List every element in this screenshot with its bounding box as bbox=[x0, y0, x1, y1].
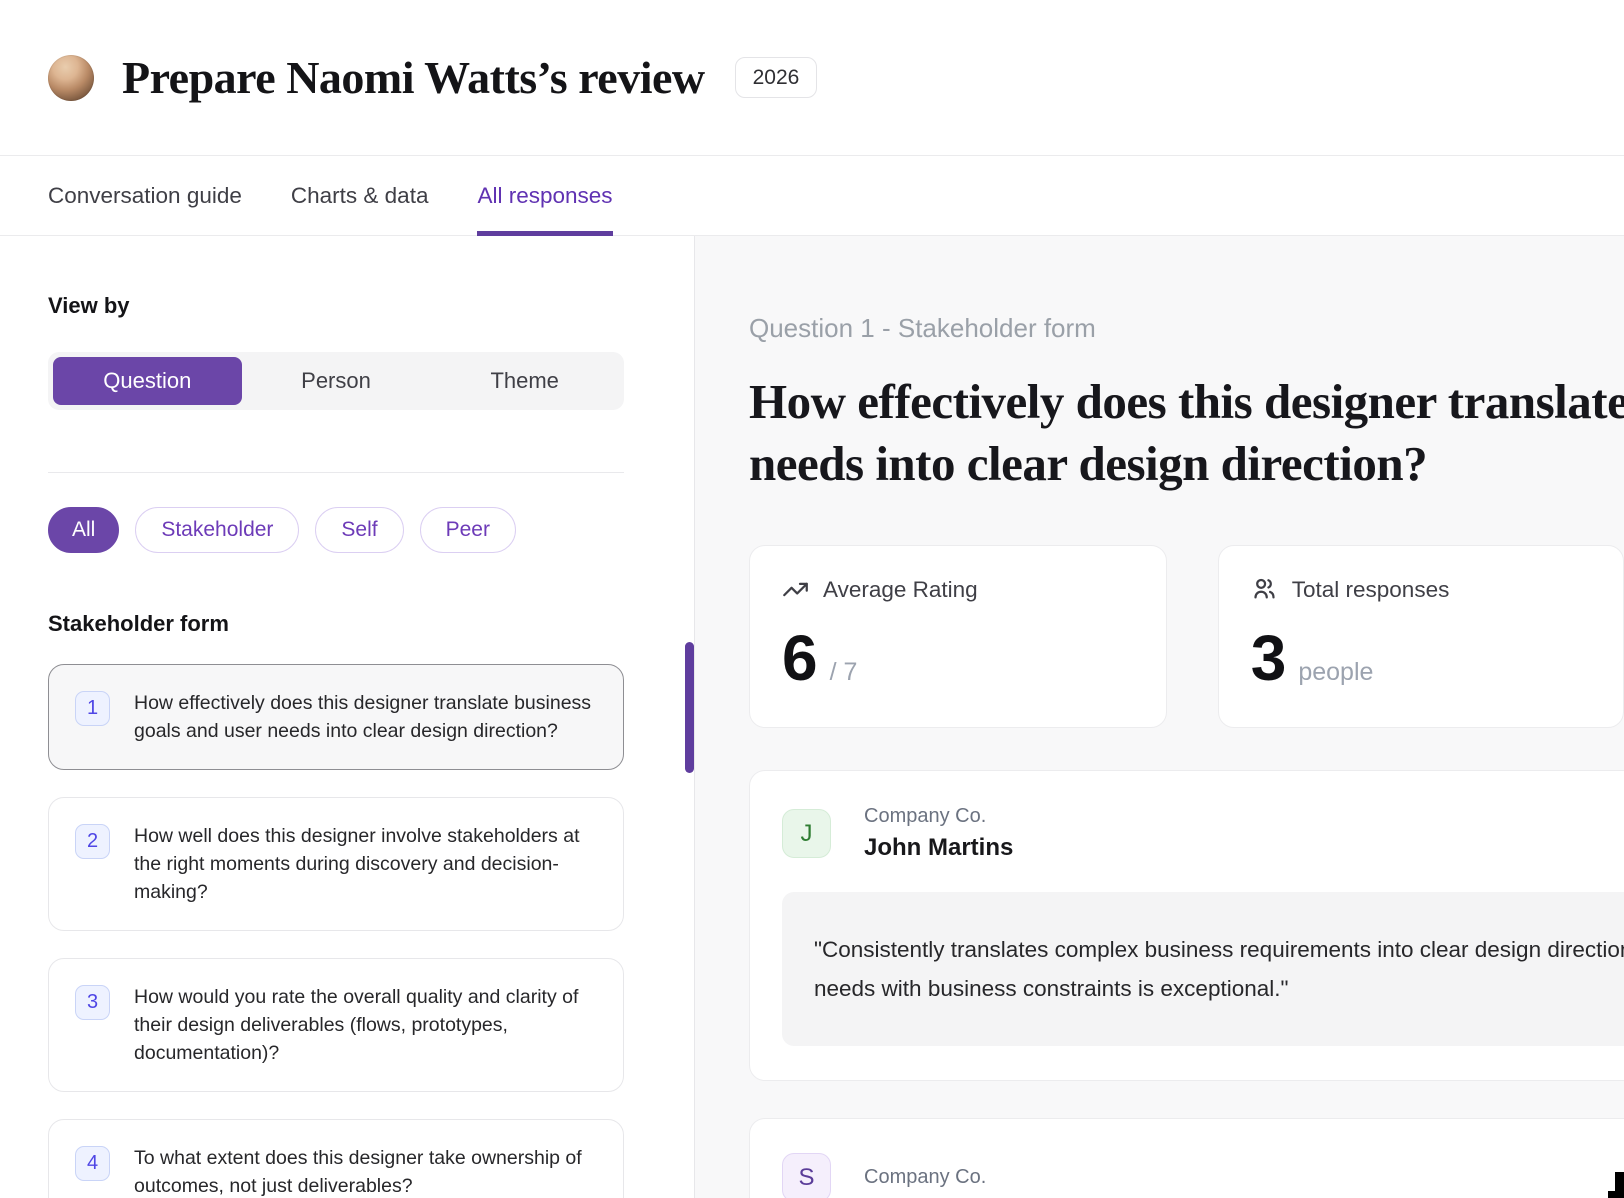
question-number-badge: 2 bbox=[75, 824, 110, 859]
responder-initial-avatar: S bbox=[782, 1153, 831, 1198]
responder-initial-avatar: J bbox=[782, 809, 831, 858]
avatar bbox=[48, 55, 94, 101]
tab-label: All responses bbox=[477, 183, 612, 209]
question-text: How well does this designer involve stak… bbox=[134, 822, 597, 906]
sidebar-divider bbox=[48, 472, 624, 473]
filter-pills: All Stakeholder Self Peer bbox=[48, 507, 624, 553]
view-by-label: View by bbox=[48, 293, 624, 319]
question-title: How effectively does this designer trans… bbox=[749, 371, 1624, 495]
total-responses-card: Total responses 3 people bbox=[1218, 545, 1624, 728]
average-rating-value: 6 bbox=[782, 625, 818, 692]
question-number-badge: 1 bbox=[75, 691, 110, 726]
quote-line: needs with business constraints is excep… bbox=[814, 969, 1624, 1008]
responder-name: John Martins bbox=[864, 834, 1013, 862]
question-list: 1 How effectively does this designer tra… bbox=[48, 664, 624, 1198]
users-icon bbox=[1251, 576, 1278, 603]
pointer-cursor-artifact bbox=[1608, 1172, 1624, 1198]
question-eyebrow: Question 1 - Stakeholder form bbox=[749, 313, 1624, 344]
page-title: Prepare Naomi Watts’s review bbox=[122, 51, 705, 104]
tab-charts-data[interactable]: Charts & data bbox=[291, 156, 429, 235]
average-rating-scale: / 7 bbox=[830, 658, 858, 687]
question-title-line: needs into clear design direction? bbox=[749, 433, 1624, 495]
question-number-badge: 3 bbox=[75, 985, 110, 1020]
main-panel: Question 1 - Stakeholder form How effect… bbox=[694, 236, 1624, 1198]
question-item-4[interactable]: 4 To what extent does this designer take… bbox=[48, 1119, 624, 1198]
filter-pill-self[interactable]: Self bbox=[315, 507, 403, 553]
stats-row: Average Rating 6 / 7 Total responses bbox=[749, 545, 1624, 728]
view-mode-segmented-control: Question Person Theme bbox=[48, 352, 624, 410]
quote-line: "Consistently translates complex busines… bbox=[814, 930, 1624, 969]
section-label: Stakeholder form bbox=[48, 611, 624, 637]
question-text: How would you rate the overall quality a… bbox=[134, 983, 597, 1067]
header: Prepare Naomi Watts’s review 2026 bbox=[0, 0, 1624, 155]
tab-bar: Conversation guide Charts & data All res… bbox=[0, 155, 1624, 236]
response-card-2: S Company Co. bbox=[749, 1118, 1624, 1198]
selected-question-indicator bbox=[685, 642, 694, 773]
filter-pill-all[interactable]: All bbox=[48, 507, 119, 553]
segment-theme[interactable]: Theme bbox=[430, 357, 619, 405]
responder-company: Company Co. bbox=[864, 805, 1013, 828]
filter-pill-stakeholder[interactable]: Stakeholder bbox=[135, 507, 299, 553]
question-text: To what extent does this designer take o… bbox=[134, 1144, 597, 1198]
question-item-2[interactable]: 2 How well does this designer involve st… bbox=[48, 797, 624, 931]
question-title-line: How effectively does this designer trans… bbox=[749, 371, 1624, 433]
average-rating-card: Average Rating 6 / 7 bbox=[749, 545, 1167, 728]
responder-company: Company Co. bbox=[864, 1166, 986, 1189]
filter-pill-peer[interactable]: Peer bbox=[420, 507, 516, 553]
segment-question[interactable]: Question bbox=[53, 357, 242, 405]
question-item-3[interactable]: 3 How would you rate the overall quality… bbox=[48, 958, 624, 1092]
question-number-badge: 4 bbox=[75, 1146, 110, 1181]
response-quote: "Consistently translates complex busines… bbox=[782, 892, 1624, 1046]
tab-all-responses[interactable]: All responses bbox=[477, 156, 612, 235]
response-card-john-martins: J Company Co. John Martins "Consistently… bbox=[749, 770, 1624, 1081]
segment-person[interactable]: Person bbox=[242, 357, 431, 405]
stat-label: Average Rating bbox=[823, 577, 978, 603]
year-badge: 2026 bbox=[735, 57, 818, 98]
tab-label: Charts & data bbox=[291, 183, 429, 209]
tab-conversation-guide[interactable]: Conversation guide bbox=[48, 156, 242, 235]
question-text: How effectively does this designer trans… bbox=[134, 689, 597, 745]
sidebar: View by Question Person Theme All Stakeh… bbox=[0, 236, 694, 1198]
question-item-1[interactable]: 1 How effectively does this designer tra… bbox=[48, 664, 624, 770]
total-responses-unit: people bbox=[1298, 658, 1373, 687]
total-responses-value: 3 bbox=[1251, 625, 1287, 692]
stat-label: Total responses bbox=[1292, 577, 1450, 603]
trending-up-icon bbox=[782, 576, 809, 603]
tab-label: Conversation guide bbox=[48, 183, 242, 209]
